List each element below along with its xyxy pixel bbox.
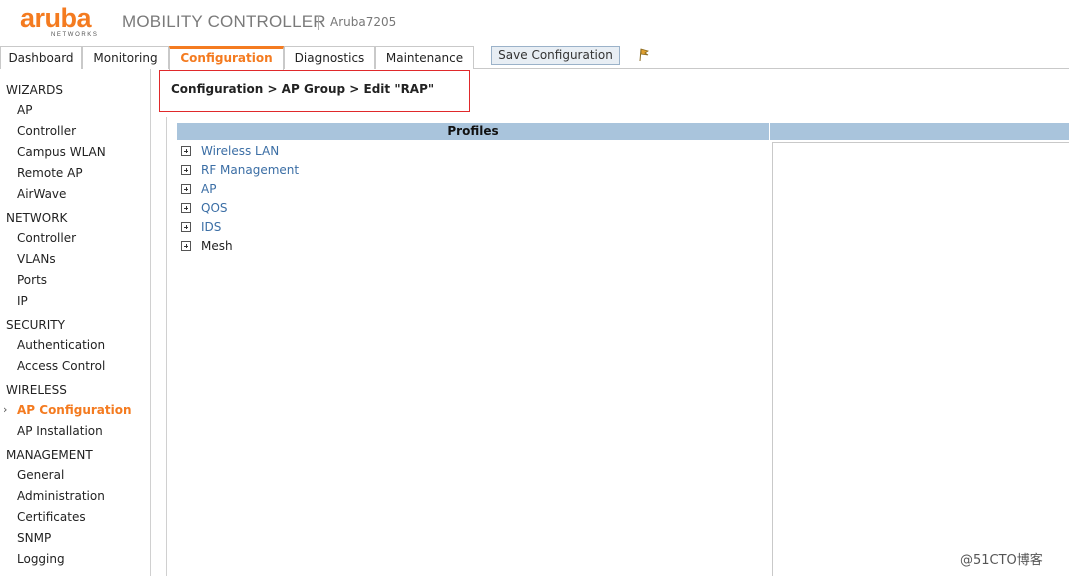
expand-plus-icon[interactable] [181, 241, 191, 251]
aruba-logo: aruba NETWORKS [20, 3, 104, 40]
active-item-arrow-icon: › [3, 403, 8, 416]
tab-maintenance[interactable]: Maintenance [375, 46, 474, 69]
sidebar-section-management: MANAGEMENT [6, 448, 93, 462]
breadcrumb-highlight: Configuration > AP Group > Edit "RAP" [159, 70, 470, 112]
watermark: @51CTO博客 [960, 553, 1043, 568]
expand-plus-icon[interactable] [181, 165, 191, 175]
expand-plus-icon[interactable] [181, 203, 191, 213]
sidebar-item-ap-configuration[interactable]: AP Configuration [17, 403, 132, 417]
tab-diagnostics[interactable]: Diagnostics [284, 46, 375, 69]
expand-plus-icon[interactable] [181, 184, 191, 194]
tab-configuration[interactable]: Configuration [169, 46, 284, 70]
tree-label[interactable]: Wireless LAN [201, 144, 279, 158]
product-title: MOBILITY CONTROLLER [122, 12, 326, 31]
tree-label[interactable]: IDS [201, 220, 221, 234]
sidebar-item-general[interactable]: General [17, 468, 64, 482]
sidebar-item-wizard-controller[interactable]: Controller [17, 124, 76, 138]
content-left-border [166, 117, 167, 576]
expand-plus-icon[interactable] [181, 222, 191, 232]
sidebar-section-security: SECURITY [6, 318, 65, 332]
save-configuration-button[interactable]: Save Configuration [491, 46, 620, 65]
breadcrumb: Configuration > AP Group > Edit "RAP" [171, 82, 435, 96]
sidebar-item-wizard-ap[interactable]: AP [17, 103, 32, 117]
profile-details-panel [772, 142, 1069, 576]
sidebar-item-remote-ap[interactable]: Remote AP [17, 166, 83, 180]
sidebar-item-campus-wlan[interactable]: Campus WLAN [17, 145, 106, 159]
logo-subtext: NETWORKS [51, 32, 99, 38]
tree-label[interactable]: QOS [201, 201, 228, 215]
flag-icon[interactable] [638, 48, 650, 62]
sidebar-section-network: NETWORK [6, 211, 68, 225]
header-divider [318, 16, 319, 30]
expand-plus-icon[interactable] [181, 146, 191, 156]
tree-label[interactable]: Mesh [201, 239, 233, 253]
sidebar-item-access-control[interactable]: Access Control [17, 359, 105, 373]
sidebar-item-logging[interactable]: Logging [17, 552, 65, 566]
sidebar-section-wizards: WIZARDS [6, 83, 64, 97]
profiles-column-header: Profiles [177, 123, 769, 140]
sidebar-item-ports[interactable]: Ports [17, 273, 47, 287]
sidebar-item-vlans[interactable]: VLANs [17, 252, 56, 266]
sidebar-item-administration[interactable]: Administration [17, 489, 105, 503]
sidebar-item-authentication[interactable]: Authentication [17, 338, 105, 352]
tab-monitoring[interactable]: Monitoring [82, 46, 169, 69]
sidebar-item-airwave[interactable]: AirWave [17, 187, 66, 201]
sidebar-item-snmp[interactable]: SNMP [17, 531, 51, 545]
app-header: aruba NETWORKS MOBILITY CONTROLLER Aruba… [0, 0, 1069, 44]
tab-dashboard[interactable]: Dashboard [0, 46, 82, 69]
logo-wordmark: aruba [20, 3, 92, 33]
tree-label[interactable]: RF Management [201, 163, 299, 177]
controller-hostname: Aruba7205 [330, 15, 397, 29]
tree-label[interactable]: AP [201, 182, 216, 196]
details-column-header [770, 123, 1069, 140]
sidebar-item-certificates[interactable]: Certificates [17, 510, 86, 524]
sidebar-item-ip[interactable]: IP [17, 294, 28, 308]
sidebar-item-ap-installation[interactable]: AP Installation [17, 424, 103, 438]
sidebar-section-wireless: WIRELESS [6, 383, 67, 397]
sidebar-item-network-controller[interactable]: Controller [17, 231, 76, 245]
